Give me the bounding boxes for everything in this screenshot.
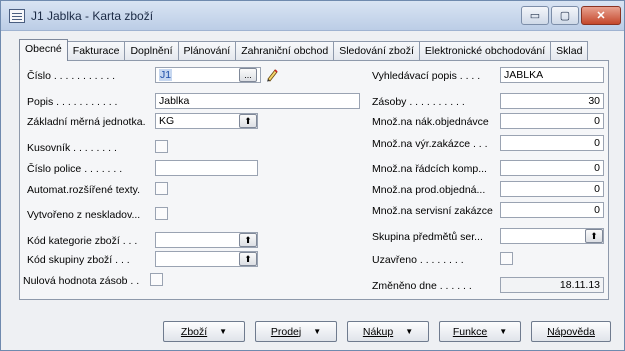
zbozi-button-label: Zboží <box>180 325 208 338</box>
skupina-label: Kód skupiny zboží . . . <box>27 254 130 266</box>
dropdown-triangle-icon: ▼ <box>313 327 322 336</box>
close-button[interactable]: ✕ <box>581 6 621 25</box>
zmeneno-label: Změněno dne . . . . . . <box>372 280 472 292</box>
kusovnik-checkbox[interactable] <box>155 140 168 153</box>
zbozi-menu-button[interactable]: Zboží ▼ <box>163 321 245 342</box>
document-icon <box>9 9 25 23</box>
nakup-button-label: Nákup <box>362 325 394 338</box>
napoveda-button[interactable]: Nápověda <box>531 321 611 342</box>
vyhledavaci-field[interactable]: JABLKA <box>500 67 604 83</box>
tab-elektronicke-obchodovani[interactable]: Elektronické obchodování <box>418 41 552 60</box>
tab-doplneni[interactable]: Doplnění <box>124 41 179 60</box>
dropdown-arrow-icon[interactable]: ⬆ <box>239 114 257 128</box>
napoveda-button-label: Nápověda <box>547 325 595 338</box>
nak-objednavce-field[interactable]: 0 <box>500 113 604 129</box>
dropdown-arrow-icon[interactable]: ⬆ <box>239 233 257 247</box>
nakup-menu-button[interactable]: Nákup ▼ <box>347 321 429 342</box>
tab-zahranicni-obchod[interactable]: Zahraniční obchod <box>235 41 335 60</box>
vytvoreno-checkbox[interactable] <box>155 207 168 220</box>
tab-sklad[interactable]: Sklad <box>550 41 589 60</box>
uzavreno-label: Uzavřeno . . . . . . . . <box>372 254 464 266</box>
automat-label: Automat.rozšířené texty. <box>27 184 141 196</box>
servisni-label: Množ.na servisní zakázce <box>372 205 493 217</box>
pencil-icon[interactable] <box>265 68 279 82</box>
popis-field[interactable]: Jablka <box>155 93 360 109</box>
jednotka-label: Základní měrná jednotka. <box>27 116 146 128</box>
item-card-window: J1 Jablka - Karta zboží ▭ ▢ ✕ Obecné Fak… <box>0 0 625 351</box>
radcich-komp-field[interactable]: 0 <box>500 160 604 176</box>
uzavreno-checkbox[interactable] <box>500 252 513 265</box>
prodej-menu-button[interactable]: Prodej ▼ <box>255 321 337 342</box>
zasoby-field[interactable]: 30 <box>500 93 604 109</box>
vytvoreno-label: Vytvořeno z neskladov... <box>27 209 141 221</box>
vyr-zakazce-field[interactable]: 0 <box>500 135 604 151</box>
minimize-button[interactable]: ▭ <box>521 6 549 25</box>
dropdown-arrow-icon[interactable]: ⬆ <box>585 229 603 243</box>
kategorie-label: Kód kategorie zboží . . . <box>27 235 138 247</box>
tab-strip: Obecné Fakturace Doplnění Plánování Zahr… <box>19 39 589 61</box>
tab-fakturace[interactable]: Fakturace <box>66 41 126 60</box>
popis-label: Popis . . . . . . . . . . . <box>27 96 118 108</box>
automat-checkbox[interactable] <box>155 182 168 195</box>
prod-objedna-label: Množ.na prod.objedná... <box>372 184 486 196</box>
vyr-zakazce-label: Množ.na výr.zakázce . . . <box>372 138 488 150</box>
dropdown-arrow-icon[interactable]: ⬆ <box>239 252 257 266</box>
dropdown-triangle-icon: ▼ <box>219 327 228 336</box>
prod-objedna-field[interactable]: 0 <box>500 181 604 197</box>
tab-obecne[interactable]: Obecné <box>19 39 68 61</box>
cislo-value: J1 <box>159 69 173 81</box>
kusovnik-label: Kusovník . . . . . . . . <box>27 142 117 154</box>
police-label: Číslo police . . . . . . . <box>27 163 123 175</box>
dropdown-triangle-icon: ▼ <box>405 327 414 336</box>
servisni-field[interactable]: 0 <box>500 202 604 218</box>
funkce-button-label: Funkce <box>452 325 488 338</box>
title-bar: J1 Jablka - Karta zboží ▭ ▢ ✕ <box>1 1 624 31</box>
funkce-menu-button[interactable]: Funkce ▼ <box>439 321 521 342</box>
nulova-checkbox[interactable] <box>150 273 163 286</box>
skupina-predmetu-label: Skupina předmětů ser... <box>372 231 483 243</box>
nak-objednavce-label: Množ.na nák.objednávce <box>372 116 489 128</box>
dropdown-triangle-icon: ▼ <box>499 327 508 336</box>
zmeneno-field: 18.11.13 <box>500 277 604 293</box>
nulova-label: Nulová hodnota zásob . . <box>23 275 140 287</box>
police-field[interactable] <box>155 160 258 176</box>
tab-sledovani-zbozi[interactable]: Sledování zboží <box>333 41 420 60</box>
prodej-button-label: Prodej <box>270 325 302 338</box>
zasoby-label: Zásoby . . . . . . . . . . <box>372 96 465 108</box>
window-title: J1 Jablka - Karta zboží <box>31 9 154 23</box>
maximize-button[interactable]: ▢ <box>551 6 579 25</box>
radcich-komp-label: Množ.na řádcích komp... <box>372 163 487 175</box>
lookup-button[interactable]: ... <box>239 68 257 82</box>
vyhledavaci-label: Vyhledávací popis . . . . <box>372 70 481 82</box>
tab-planovani[interactable]: Plánování <box>177 41 237 60</box>
cislo-label: Číslo . . . . . . . . . . . <box>27 70 116 82</box>
